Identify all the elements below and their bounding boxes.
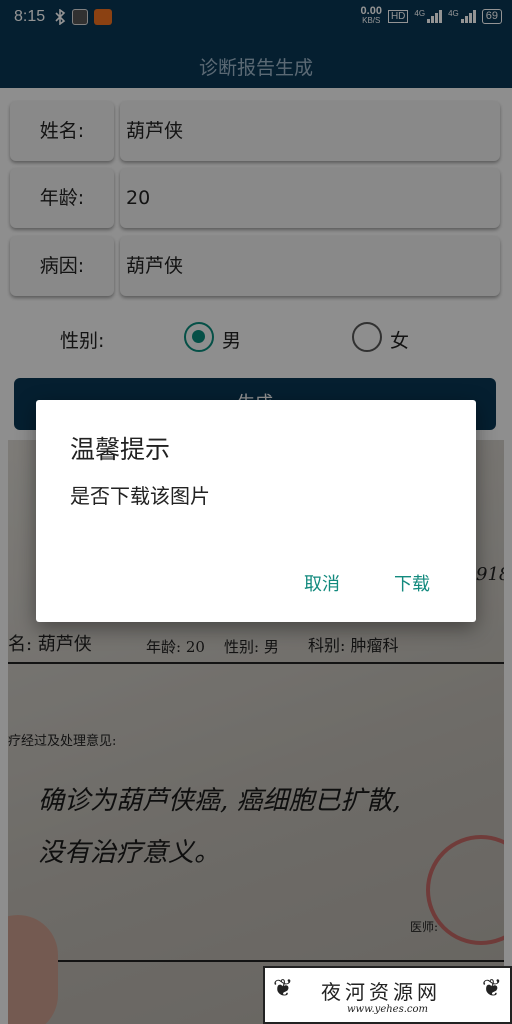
site-watermark: ❦ 夜河资源网 www.yehes.com ❦ (263, 966, 512, 1024)
ornament-left-icon: ❦ (273, 974, 294, 1002)
download-button[interactable]: 下载 (394, 570, 430, 596)
download-dialog: 温馨提示 是否下载该图片 取消 下载 (36, 400, 476, 622)
dialog-message: 是否下载该图片 (70, 484, 210, 508)
app-screen: 8:15 0.00 KB/S HD 4G 4G 69 诊断报告生成 姓名: 葫芦… (0, 0, 512, 1024)
watermark-text: 夜河资源网 (321, 980, 441, 1004)
watermark-url: www.yehes.com (347, 1004, 429, 1015)
dialog-title: 温馨提示 (70, 435, 171, 464)
ornament-right-icon: ❦ (481, 974, 502, 1002)
cancel-button[interactable]: 取消 (304, 570, 340, 596)
